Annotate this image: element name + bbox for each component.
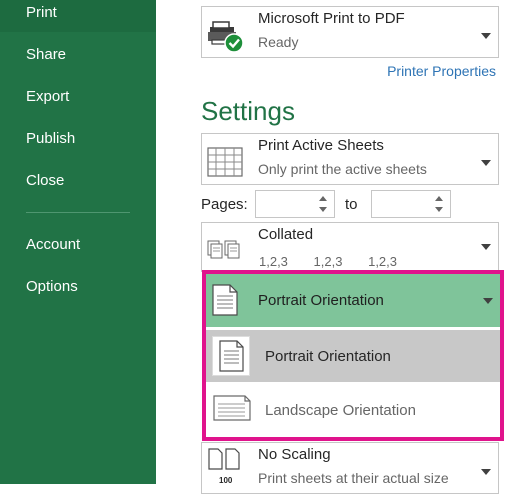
nav-divider bbox=[26, 212, 130, 213]
pages-from-input[interactable] bbox=[255, 190, 335, 218]
settings-heading: Settings bbox=[201, 96, 295, 126]
printer-name: Microsoft Print to PDF bbox=[258, 10, 405, 27]
collation-sequence: 1,2,3 1,2,3 1,2,3 bbox=[259, 254, 419, 269]
orientation-selected-label: Portrait Orientation bbox=[258, 292, 384, 309]
option-portrait-label: Portrait Orientation bbox=[265, 348, 391, 365]
sheet-grid-icon bbox=[206, 142, 246, 182]
printer-ready-icon bbox=[206, 15, 246, 55]
printer-status: Ready bbox=[258, 34, 299, 50]
option-portrait-orientation[interactable]: Portrait Orientation bbox=[206, 330, 500, 382]
chevron-down-icon bbox=[483, 298, 493, 304]
pages-to-input[interactable] bbox=[371, 190, 451, 218]
collation-set: 1,2,3 bbox=[313, 254, 343, 269]
chevron-down-icon bbox=[481, 469, 491, 475]
collation-dropdown[interactable]: Collated 1,2,3 1,2,3 1,2,3 bbox=[201, 222, 499, 272]
nav-publish[interactable]: Publish bbox=[0, 120, 156, 158]
spin-up-icon[interactable] bbox=[435, 196, 443, 201]
scaling-page-icon: 100 bbox=[206, 447, 246, 487]
scaling-dropdown[interactable]: 100 No Scaling Print sheets at their act… bbox=[201, 442, 499, 494]
print-what-title: Print Active Sheets bbox=[258, 137, 384, 154]
option-landscape-label: Landscape Orientation bbox=[265, 402, 416, 419]
portrait-page-icon bbox=[212, 284, 238, 321]
printer-properties-link[interactable]: Printer Properties bbox=[387, 63, 496, 79]
collation-set: 1,2,3 bbox=[368, 254, 398, 269]
print-what-dropdown[interactable]: Print Active Sheets Only print the activ… bbox=[201, 133, 499, 185]
chevron-down-icon bbox=[481, 244, 491, 250]
backstage-sidebar: Print Share Export Publish Close Account… bbox=[0, 0, 156, 484]
collation-title: Collated bbox=[258, 226, 314, 243]
option-landscape-orientation[interactable]: Landscape Orientation bbox=[206, 384, 500, 436]
nav-close[interactable]: Close bbox=[0, 162, 156, 200]
spin-down-icon[interactable] bbox=[319, 207, 327, 212]
portrait-page-icon bbox=[212, 336, 250, 376]
print-panel: Microsoft Print to PDF Ready Printer Pro… bbox=[156, 0, 528, 494]
printer-dropdown[interactable]: Microsoft Print to PDF Ready bbox=[201, 6, 499, 58]
pages-label: Pages: bbox=[201, 196, 248, 213]
collation-set: 1,2,3 bbox=[259, 254, 288, 269]
scaling-title: No Scaling bbox=[258, 446, 331, 463]
landscape-page-icon bbox=[212, 392, 252, 429]
nav-share[interactable]: Share bbox=[0, 36, 156, 74]
nav-options[interactable]: Options bbox=[0, 268, 156, 306]
nav-export[interactable]: Export bbox=[0, 78, 156, 116]
chevron-down-icon bbox=[481, 160, 491, 166]
to-label: to bbox=[345, 196, 358, 213]
print-what-subtitle: Only print the active sheets bbox=[258, 161, 427, 177]
chevron-down-icon bbox=[481, 33, 491, 39]
spin-up-icon[interactable] bbox=[319, 196, 327, 201]
nav-account[interactable]: Account bbox=[0, 226, 156, 264]
orientation-dropdown[interactable]: Portrait Orientation bbox=[206, 274, 500, 327]
nav-print[interactable]: Print bbox=[0, 0, 156, 32]
spin-down-icon[interactable] bbox=[435, 207, 443, 212]
collated-pages-icon bbox=[206, 231, 246, 271]
